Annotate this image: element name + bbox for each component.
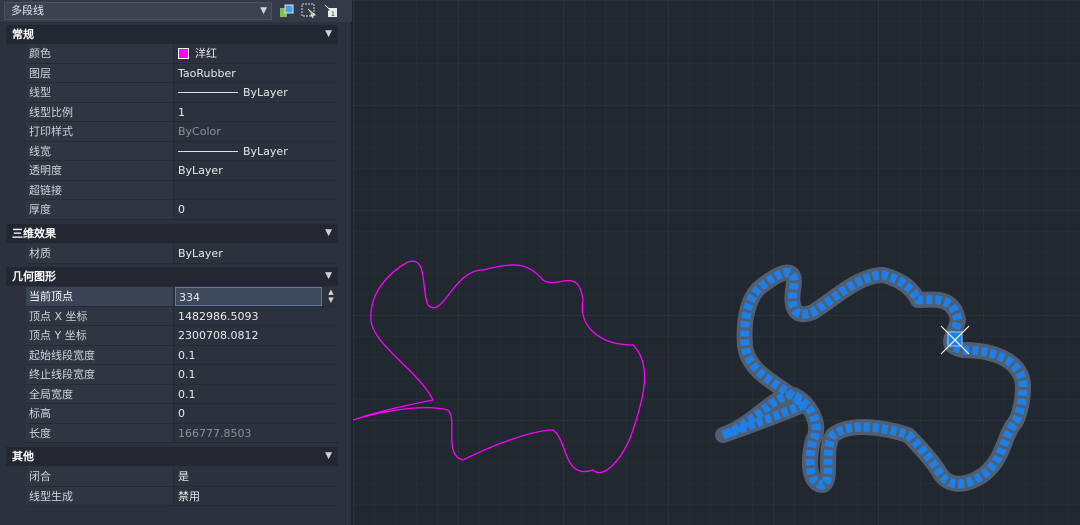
spin-down-icon: ▼ (328, 296, 334, 304)
prop-row-transparency[interactable]: 透明度 ByLayer (26, 161, 338, 181)
drawing-svg[interactable] (353, 0, 1080, 525)
chevron-down-icon[interactable]: ▼ (260, 3, 267, 19)
prop-row-color[interactable]: 颜色 洋红 (26, 44, 338, 64)
prop-value[interactable]: TaoRubber (175, 63, 338, 82)
prop-row-hyperlink[interactable]: 超链接 (26, 180, 338, 200)
prop-value[interactable]: 禁用 (175, 486, 338, 505)
prop-label: 线宽 (26, 141, 174, 160)
prop-value[interactable]: 0 (175, 404, 338, 423)
object-type-dropdown[interactable]: 多段线 ▼ (4, 2, 272, 20)
prop-label: 颜色 (26, 44, 174, 63)
prop-row-vertex-y[interactable]: 顶点 Y 坐标 2300708.0812 (26, 326, 338, 346)
prop-value[interactable]: ByLayer (175, 141, 338, 160)
grid-background (353, 0, 1080, 525)
section-title: 常规 (12, 28, 34, 41)
prop-label: 全局宽度 (26, 384, 174, 403)
prop-row-plot-style[interactable]: 打印样式 ByColor (26, 122, 338, 142)
prop-row-lineweight[interactable]: 线宽 ByLayer (26, 141, 338, 161)
prop-row-closed[interactable]: 闭合 是 (26, 467, 338, 487)
prop-label: 超链接 (26, 180, 174, 199)
section-gutter (6, 286, 26, 444)
prop-value[interactable]: 是 (175, 467, 338, 486)
section-title: 几何图形 (12, 270, 56, 283)
svg-text:1: 1 (331, 11, 335, 18)
prop-value[interactable]: ByLayer (175, 83, 338, 102)
prop-row-material[interactable]: 材质 ByLayer (26, 244, 338, 264)
prop-value[interactable]: 洋红 (175, 44, 338, 63)
prop-label: 起始线段宽度 (26, 345, 174, 364)
section-gutter (6, 44, 26, 220)
section-general[interactable]: 常规 ▼ (6, 25, 338, 44)
prop-value: 166777.8503 (175, 423, 338, 442)
section-title: 三维效果 (12, 227, 56, 240)
prop-label: 线型 (26, 83, 174, 102)
quick-select-icon[interactable] (279, 3, 295, 19)
prop-row-elevation[interactable]: 标高 0 (26, 404, 338, 424)
prop-row-linetype[interactable]: 线型 ByLayer (26, 83, 338, 103)
prop-label: 顶点 Y 坐标 (26, 326, 174, 345)
prop-label: 闭合 (26, 467, 174, 486)
chevron-down-icon[interactable]: ▼ (325, 447, 332, 466)
select-objects-icon[interactable] (301, 3, 317, 19)
prop-value[interactable]: 0 (175, 200, 338, 219)
prop-row-end-width[interactable]: 终止线段宽度 0.1 (26, 365, 338, 385)
prop-row-global-width[interactable]: 全局宽度 0.1 (26, 384, 338, 404)
properties-toolbar: 多段线 ▼ 1 (0, 0, 352, 22)
prop-row-linetype-scale[interactable]: 线型比例 1 (26, 102, 338, 122)
prop-row-linetype-generation[interactable]: 线型生成 禁用 (26, 486, 338, 506)
prop-value[interactable]: 1 (175, 102, 338, 121)
prop-row-vertex-x[interactable]: 顶点 X 坐标 1482986.5093 (26, 306, 338, 326)
prop-label: 材质 (26, 244, 174, 263)
prop-value[interactable]: 0.1 (175, 384, 338, 403)
object-type-value: 多段线 (11, 4, 44, 17)
prop-row-current-vertex[interactable]: 当前顶点 334 ▲ ▼ (26, 287, 338, 307)
section-title: 其他 (12, 450, 34, 463)
properties-panel: 多段线 ▼ 1 常规 ▼ 颜色 洋红 图层 TaoRubber 线型 ByLay… (0, 0, 352, 525)
section-3d-effects[interactable]: 三维效果 ▼ (6, 224, 338, 243)
prop-value[interactable]: ByLayer (175, 161, 338, 180)
prop-label: 打印样式 (26, 122, 174, 141)
prop-label: 透明度 (26, 161, 174, 180)
prop-label: 长度 (26, 423, 174, 442)
prop-label: 终止线段宽度 (26, 365, 174, 384)
color-swatch-icon (178, 48, 189, 59)
vertex-spinner[interactable]: ▲ ▼ (325, 288, 337, 305)
prop-label: 厚度 (26, 200, 174, 219)
prop-label: 线型比例 (26, 102, 174, 121)
prop-value[interactable] (175, 180, 338, 199)
prop-label: 线型生成 (26, 486, 174, 505)
prop-row-start-width[interactable]: 起始线段宽度 0.1 (26, 345, 338, 365)
prop-value[interactable]: 0.1 (175, 365, 338, 384)
section-gutter (6, 466, 26, 506)
linetype-preview-icon (178, 92, 238, 93)
prop-value[interactable]: 1482986.5093 (175, 306, 338, 325)
prop-row-length[interactable]: 长度 166777.8503 (26, 423, 338, 443)
prop-value[interactable]: ByLayer (175, 244, 338, 263)
current-vertex-input[interactable]: 334 (175, 287, 322, 306)
prop-row-layer[interactable]: 图层 TaoRubber (26, 63, 338, 83)
chevron-down-icon[interactable]: ▼ (325, 224, 332, 243)
section-misc[interactable]: 其他 ▼ (6, 447, 338, 466)
toggle-pickadd-icon[interactable]: 1 (323, 3, 339, 19)
prop-value[interactable]: 0.1 (175, 345, 338, 364)
prop-label: 顶点 X 坐标 (26, 306, 174, 325)
prop-label: 标高 (26, 404, 174, 423)
section-geometry[interactable]: 几何图形 ▼ (6, 267, 338, 286)
section-gutter (6, 243, 26, 263)
drawing-canvas[interactable] (353, 0, 1080, 525)
prop-value: ByColor (175, 122, 338, 141)
prop-label: 图层 (26, 63, 174, 82)
lineweight-preview-icon (178, 150, 238, 152)
prop-label: 当前顶点 (26, 287, 174, 306)
cad-window: 多段线 ▼ 1 常规 ▼ 颜色 洋红 图层 TaoRubber 线型 ByLay… (0, 0, 1080, 525)
prop-row-thickness[interactable]: 厚度 0 (26, 200, 338, 220)
prop-value[interactable]: 2300708.0812 (175, 326, 338, 345)
chevron-down-icon[interactable]: ▼ (325, 25, 332, 44)
spin-up-icon: ▲ (328, 288, 334, 296)
chevron-down-icon[interactable]: ▼ (325, 267, 332, 286)
